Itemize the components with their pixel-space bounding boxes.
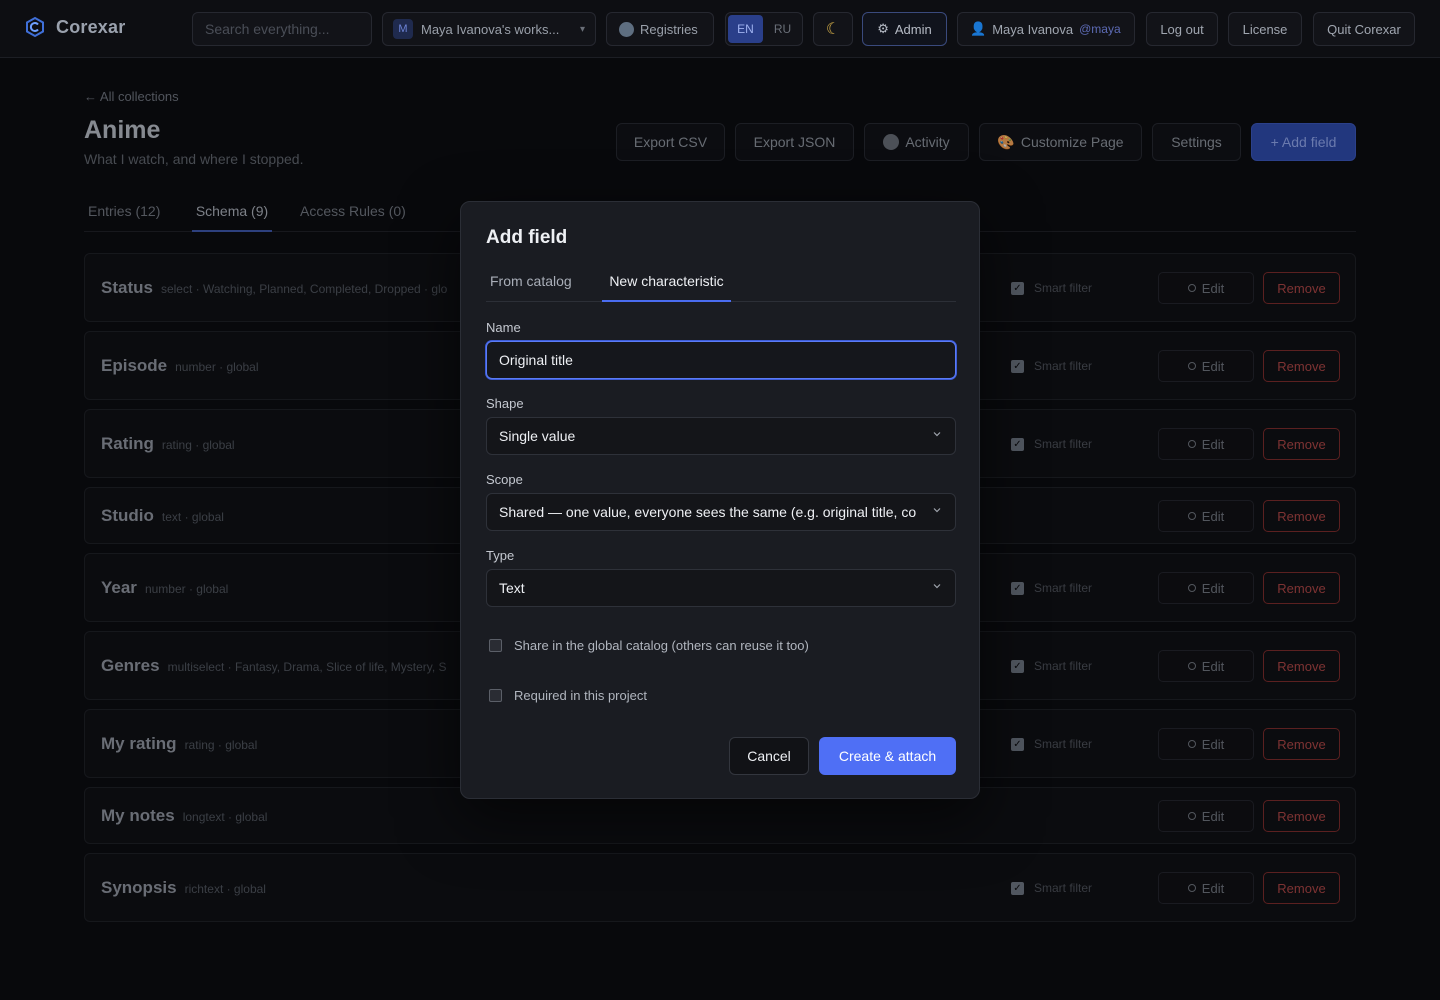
shape-value: Single value bbox=[499, 428, 576, 444]
quit-button[interactable]: Quit Corexar bbox=[1313, 12, 1415, 46]
top-bar: Corexar Search everything... M Maya Ivan… bbox=[0, 0, 1440, 58]
scope-label: Scope bbox=[486, 472, 523, 487]
registries-label: Registries bbox=[640, 21, 698, 37]
share-global-checkbox[interactable]: Share in the global catalog (others can … bbox=[489, 638, 809, 653]
admin-button[interactable]: ⚙ Admin bbox=[862, 12, 947, 46]
tab-new-characteristic[interactable]: New characteristic bbox=[602, 273, 731, 302]
type-value: Text bbox=[499, 580, 525, 596]
scope-value: Shared — one value, everyone sees the sa… bbox=[499, 504, 917, 520]
add-field-dialog: Add field From catalog New characteristi… bbox=[460, 201, 980, 799]
dialog-tabs: From catalog New characteristic bbox=[486, 264, 956, 302]
language-switcher: EN RU bbox=[725, 12, 803, 46]
tab-from-catalog[interactable]: From catalog bbox=[490, 273, 572, 302]
share-global-label: Share in the global catalog (others can … bbox=[514, 638, 809, 653]
lang-ru-button[interactable]: RU bbox=[765, 15, 800, 43]
gear-icon: ⚙ bbox=[877, 21, 889, 36]
chevron-down-icon bbox=[933, 584, 941, 589]
chevron-down-icon: ▾ bbox=[579, 23, 585, 35]
chevron-down-icon bbox=[933, 432, 941, 437]
type-label: Type bbox=[486, 548, 515, 563]
theme-toggle-button[interactable]: ☾ bbox=[813, 12, 853, 46]
scope-select[interactable]: Shared — one value, everyone sees the sa… bbox=[486, 493, 956, 531]
required-label: Required in this project bbox=[514, 688, 647, 703]
cancel-button[interactable]: Cancel bbox=[729, 737, 809, 775]
shape-select[interactable]: Single value bbox=[486, 417, 956, 455]
shape-label: Shape bbox=[486, 396, 524, 411]
global-search-input[interactable]: Search everything... bbox=[192, 12, 372, 46]
chevron-down-icon bbox=[933, 508, 941, 513]
lang-en-button[interactable]: EN bbox=[728, 15, 763, 43]
admin-label: Admin bbox=[894, 21, 932, 37]
workspace-avatar: M bbox=[393, 19, 413, 39]
create-attach-button[interactable]: Create & attach bbox=[819, 737, 956, 775]
user-handle: @maya bbox=[1079, 22, 1121, 36]
type-select[interactable]: Text bbox=[486, 569, 956, 607]
required-checkbox[interactable]: Required in this project bbox=[489, 688, 647, 703]
app-name: Corexar bbox=[56, 16, 126, 37]
user-menu[interactable]: 👤 Maya Ivanova @maya bbox=[957, 12, 1135, 46]
workspace-name: Maya Ivanova's works... bbox=[421, 21, 560, 37]
checkbox-box[interactable] bbox=[489, 689, 502, 702]
name-input[interactable]: Original title bbox=[486, 341, 956, 379]
workspace-switcher[interactable]: M Maya Ivanova's works... ▾ bbox=[382, 12, 596, 46]
user-name: Maya Ivanova bbox=[992, 21, 1074, 37]
registries-button[interactable]: Registries bbox=[606, 12, 714, 46]
user-icon: 👤 bbox=[970, 21, 987, 36]
license-button[interactable]: License bbox=[1228, 12, 1302, 46]
globe-icon bbox=[619, 21, 634, 37]
app-logo[interactable]: Corexar bbox=[24, 16, 125, 38]
checkbox-box[interactable] bbox=[489, 639, 502, 652]
dialog-title: Add field bbox=[486, 227, 568, 248]
name-label: Name bbox=[486, 320, 521, 335]
search-placeholder: Search everything... bbox=[205, 21, 330, 37]
logout-button[interactable]: Log out bbox=[1146, 12, 1218, 46]
name-value: Original title bbox=[499, 352, 573, 368]
corexar-logo-icon bbox=[26, 16, 44, 38]
moon-icon: ☾ bbox=[825, 21, 841, 38]
